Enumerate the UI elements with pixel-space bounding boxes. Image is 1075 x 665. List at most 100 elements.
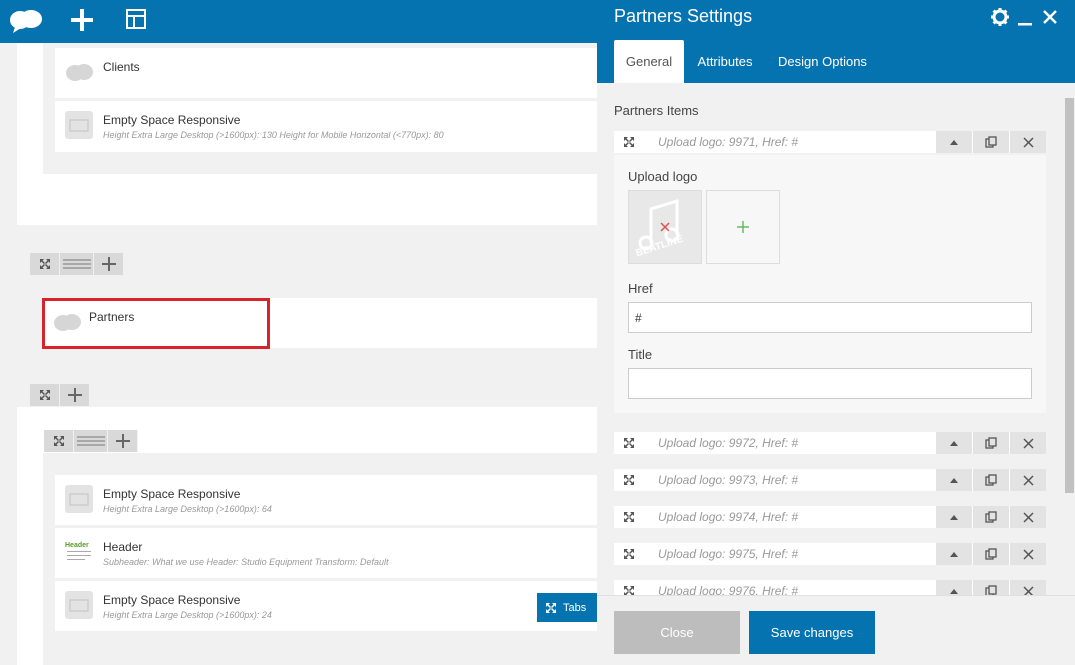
expand-arrows-icon bbox=[624, 137, 634, 147]
column-layout-button[interactable] bbox=[60, 253, 94, 275]
partner-item[interactable]: Upload logo: 9975, Href: # bbox=[614, 543, 1046, 565]
collapse-button[interactable] bbox=[936, 131, 972, 153]
element-empty-space[interactable]: Empty Space Responsive Height Extra Larg… bbox=[55, 581, 600, 631]
column-layout-button[interactable] bbox=[74, 430, 108, 452]
expand-button[interactable] bbox=[936, 543, 972, 565]
modal-header: Partners Settings General Attributes Des… bbox=[597, 0, 1075, 83]
delete-button[interactable] bbox=[1010, 469, 1046, 491]
element-subtitle: Height Extra Large Desktop (>1600px): 24 bbox=[103, 610, 272, 620]
box-icon bbox=[65, 111, 93, 139]
clone-button[interactable] bbox=[973, 131, 1009, 153]
tabs-button-label: Tabs bbox=[563, 601, 587, 614]
clone-button[interactable] bbox=[973, 506, 1009, 528]
expand-arrows-icon bbox=[39, 390, 50, 400]
tabs-button[interactable]: Tabs bbox=[537, 593, 597, 622]
lines-icon bbox=[76, 436, 105, 446]
clone-button[interactable] bbox=[973, 432, 1009, 454]
title-label: Title bbox=[628, 347, 653, 362]
drag-handle[interactable] bbox=[614, 469, 644, 491]
tab-attributes[interactable]: Attributes bbox=[690, 40, 760, 83]
drag-handle[interactable] bbox=[614, 580, 644, 595]
lines-icon bbox=[62, 259, 91, 269]
clone-icon bbox=[985, 585, 997, 595]
element-empty-space[interactable]: Empty Space Responsive Height Extra Larg… bbox=[55, 101, 600, 152]
drag-handle[interactable] bbox=[614, 543, 644, 565]
clone-button[interactable] bbox=[973, 469, 1009, 491]
clone-icon bbox=[985, 474, 997, 486]
expand-button[interactable] bbox=[936, 432, 972, 454]
expand-button[interactable] bbox=[936, 506, 972, 528]
move-handle[interactable] bbox=[30, 253, 60, 275]
box-icon bbox=[65, 485, 93, 513]
caret-up-icon bbox=[950, 477, 958, 483]
add-logo-button[interactable] bbox=[706, 190, 780, 264]
modal-scrollbar[interactable] bbox=[1063, 83, 1075, 595]
element-title: Empty Space Responsive bbox=[103, 487, 241, 501]
expand-arrows-icon bbox=[624, 438, 634, 448]
close-icon bbox=[1022, 511, 1034, 523]
element-subtitle: Subheader: What we use Header: Studio Eq… bbox=[103, 557, 389, 567]
move-handle[interactable] bbox=[44, 430, 74, 452]
editor-canvas: Clients Empty Space Responsive Height Ex… bbox=[0, 43, 600, 665]
close-button[interactable]: Close bbox=[614, 611, 740, 654]
drag-handle[interactable] bbox=[614, 131, 644, 153]
partner-item[interactable]: Upload logo: 9972, Href: # bbox=[614, 432, 1046, 454]
close-icon bbox=[1022, 585, 1034, 595]
title-input[interactable] bbox=[628, 368, 1032, 399]
caret-up-icon bbox=[950, 440, 958, 446]
expand-arrows-icon bbox=[624, 586, 634, 595]
tab-design-options[interactable]: Design Options bbox=[770, 40, 875, 83]
element-header[interactable]: Header Header Subheader: What we use Hea… bbox=[55, 528, 600, 578]
row-controls bbox=[30, 384, 90, 406]
partner-item-header[interactable]: Upload logo: 9971, Href: # bbox=[614, 131, 1046, 153]
expand-button[interactable] bbox=[936, 580, 972, 595]
clone-icon bbox=[985, 548, 997, 560]
delete-button[interactable] bbox=[1010, 580, 1046, 595]
plus-icon[interactable] bbox=[70, 8, 94, 32]
href-label: Href bbox=[628, 281, 653, 296]
href-input[interactable]: # bbox=[628, 302, 1032, 333]
tab-general[interactable]: General bbox=[614, 40, 684, 83]
add-column-button[interactable] bbox=[60, 384, 90, 406]
close-icon[interactable] bbox=[1040, 7, 1060, 27]
layout-icon[interactable] bbox=[125, 8, 147, 30]
modal-footer: Close Save changes bbox=[597, 595, 1075, 665]
box-icon bbox=[65, 591, 93, 619]
element-clients[interactable]: Clients bbox=[55, 48, 600, 98]
logo-thumbnail[interactable]: BEATLINE bbox=[628, 190, 702, 264]
partner-item[interactable]: Upload logo: 9976, Href: # bbox=[614, 580, 1046, 595]
drag-handle[interactable] bbox=[614, 432, 644, 454]
delete-button[interactable] bbox=[1010, 131, 1046, 153]
partner-item[interactable]: Upload logo: 9973, Href: # bbox=[614, 469, 1046, 491]
expand-arrows-icon bbox=[624, 475, 634, 485]
clone-icon bbox=[985, 437, 997, 449]
caret-up-icon bbox=[950, 551, 958, 557]
expand-arrows-icon bbox=[624, 512, 634, 522]
move-handle[interactable] bbox=[30, 384, 60, 406]
clone-button[interactable] bbox=[973, 543, 1009, 565]
close-icon bbox=[1022, 437, 1034, 449]
selection-highlight bbox=[42, 298, 270, 349]
partner-item[interactable]: Upload logo: 9974, Href: # bbox=[614, 506, 1046, 528]
upload-logo-label: Upload logo bbox=[628, 169, 698, 184]
add-column-button[interactable] bbox=[94, 253, 124, 275]
top-toolbar bbox=[0, 0, 600, 43]
drag-handle[interactable] bbox=[614, 506, 644, 528]
cloud-logo-icon[interactable] bbox=[9, 8, 43, 34]
expand-button[interactable] bbox=[936, 469, 972, 491]
clone-button[interactable] bbox=[973, 580, 1009, 595]
delete-button[interactable] bbox=[1010, 432, 1046, 454]
delete-button[interactable] bbox=[1010, 543, 1046, 565]
save-changes-button[interactable]: Save changes bbox=[749, 611, 875, 654]
plus-icon bbox=[67, 388, 82, 402]
caret-up-icon bbox=[950, 588, 958, 594]
delete-button[interactable] bbox=[1010, 506, 1046, 528]
partner-item-label: Upload logo: 9972, Href: # bbox=[658, 436, 799, 450]
partner-item-label: Upload logo: 9971, Href: # bbox=[658, 135, 799, 149]
minimize-icon[interactable] bbox=[1015, 7, 1035, 27]
scroll-thumb[interactable] bbox=[1065, 98, 1074, 493]
gear-icon[interactable] bbox=[990, 7, 1010, 27]
element-title: Empty Space Responsive bbox=[103, 113, 241, 127]
element-empty-space[interactable]: Empty Space Responsive Height Extra Larg… bbox=[55, 475, 600, 525]
add-column-button[interactable] bbox=[108, 430, 138, 452]
